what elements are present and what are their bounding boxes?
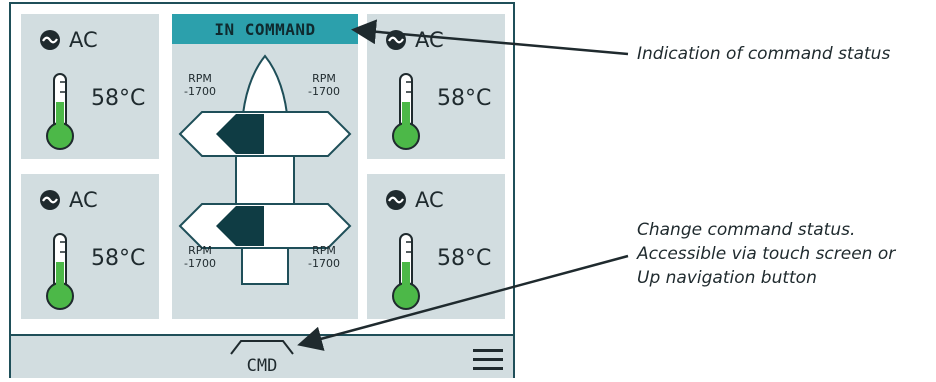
temperature-readout: 58°C xyxy=(91,246,146,271)
cmd-label: CMD xyxy=(246,356,278,376)
hamburger-menu-icon[interactable] xyxy=(473,348,503,372)
propulsion-overview: IN COMMAND RPM -1700 RPM -1700 RPM -1700 xyxy=(172,14,358,319)
ac-indicator: AC xyxy=(39,188,98,212)
control-panel: AC 58°C AC 58°C AC 58°C AC 58°C IN COMMA… xyxy=(9,2,515,378)
rpm-bottom-right: RPM -1700 xyxy=(308,244,340,270)
vessel-outline xyxy=(178,54,352,285)
callout-command-status: Indication of command status xyxy=(637,44,891,64)
ac-label: AC xyxy=(69,28,98,52)
ac-wave-icon xyxy=(40,190,60,210)
temperature-readout: 58°C xyxy=(437,86,492,111)
thermometer-icon xyxy=(392,73,420,150)
ac-label: AC xyxy=(415,28,444,52)
ac-tile-top-right[interactable]: AC 58°C xyxy=(367,14,505,159)
cmd-tab-outline xyxy=(230,340,294,355)
ac-tile-bottom-right[interactable]: AC 58°C xyxy=(367,174,505,319)
thermometer-icon xyxy=(46,233,74,310)
rpm-top-right: RPM -1700 xyxy=(308,72,340,98)
ac-indicator: AC xyxy=(385,188,444,212)
thruster-top-arrow xyxy=(178,111,352,157)
callout-change-command: Change command status. Accessible via to… xyxy=(637,220,896,288)
rpm-top-left: RPM -1700 xyxy=(184,72,216,98)
rpm-bottom-left: RPM -1700 xyxy=(184,244,216,270)
thruster-bottom-arrow xyxy=(178,203,352,249)
hull-midsection xyxy=(235,155,295,205)
thermometer-icon xyxy=(392,233,420,310)
ac-tile-bottom-left[interactable]: AC 58°C xyxy=(21,174,159,319)
thermometer-icon xyxy=(46,73,74,150)
ac-label: AC xyxy=(69,188,98,212)
ac-tile-top-left[interactable]: AC 58°C xyxy=(21,14,159,159)
ac-indicator: AC xyxy=(385,28,444,52)
temperature-readout: 58°C xyxy=(91,86,146,111)
bottom-toolbar: CMD xyxy=(11,334,513,378)
temperature-readout: 58°C xyxy=(437,246,492,271)
cmd-button[interactable]: CMD xyxy=(229,338,295,378)
ac-wave-icon xyxy=(386,190,406,210)
ac-wave-icon xyxy=(386,30,406,50)
ac-wave-icon xyxy=(40,30,60,50)
ac-indicator: AC xyxy=(39,28,98,52)
ac-label: AC xyxy=(415,188,444,212)
